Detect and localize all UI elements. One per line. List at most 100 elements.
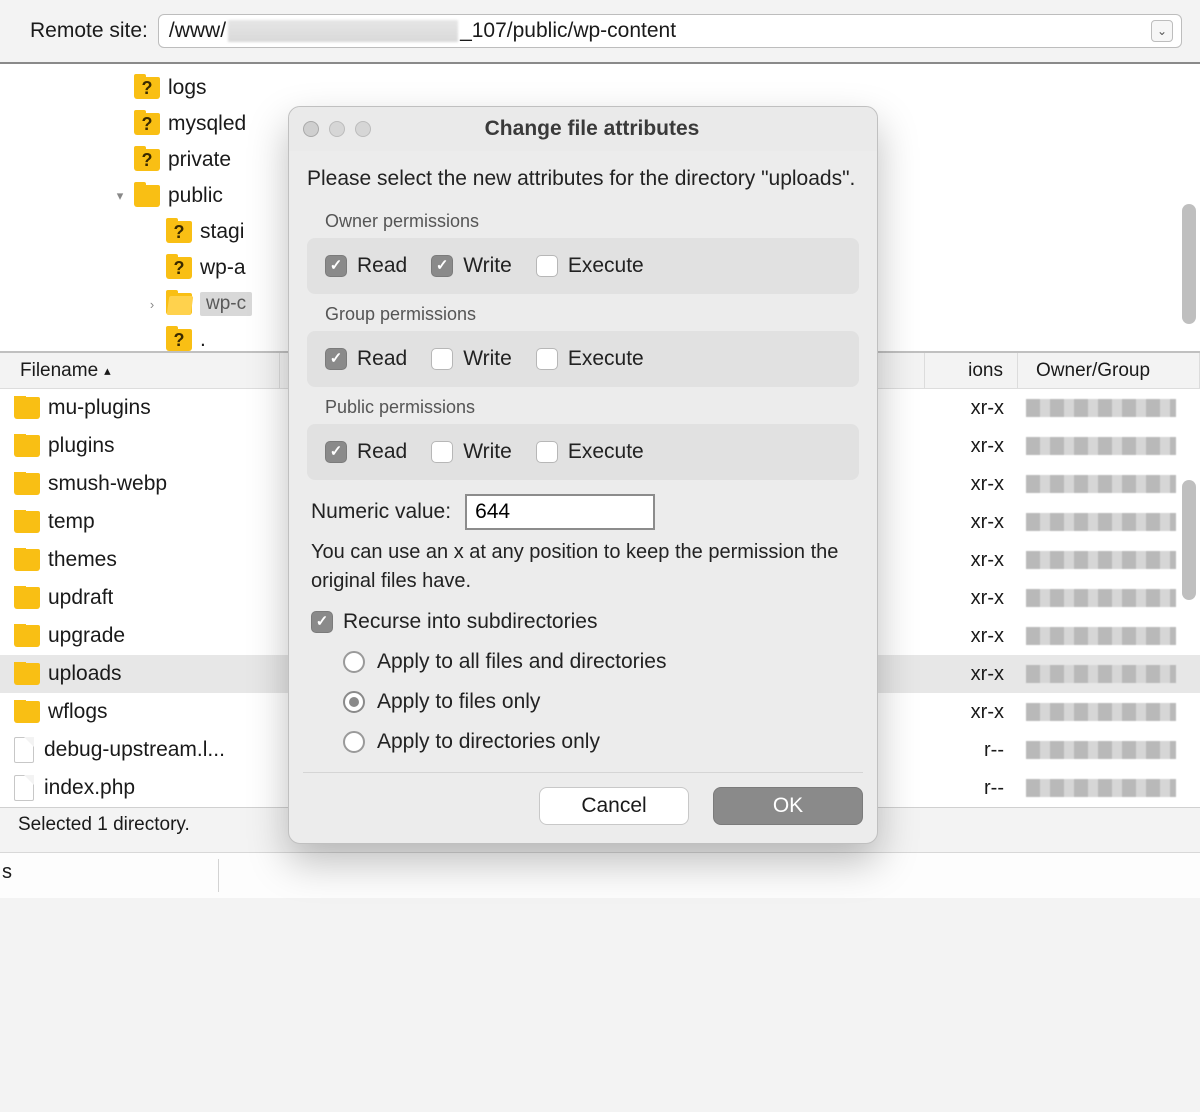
chevron-down-icon: ⌄ [1157, 24, 1167, 38]
checkbox-icon [325, 255, 347, 277]
remote-site-label: Remote site: [30, 19, 148, 43]
radio-label: Apply to all files and directories [377, 650, 666, 674]
public-read-checkbox[interactable]: Read [325, 440, 407, 464]
group-write-checkbox[interactable]: Write [431, 347, 512, 371]
file-list-scrollbar[interactable] [1182, 480, 1196, 600]
apply-dirs-radio[interactable]: Apply to directories only [343, 722, 859, 762]
redacted-owner [1026, 475, 1176, 493]
file-name: smush-webp [48, 472, 167, 496]
folder-icon [14, 663, 40, 685]
redacted-owner [1026, 589, 1176, 607]
file-permissions: xr-x [924, 587, 1018, 610]
checkbox-label: Read [357, 254, 407, 278]
folder-icon [14, 701, 40, 723]
file-owner [1018, 513, 1200, 531]
folder-unknown-icon [134, 77, 160, 99]
tree-item[interactable]: logs [0, 70, 1200, 106]
group-execute-checkbox[interactable]: Execute [536, 347, 644, 371]
folder-unknown-icon [134, 113, 160, 135]
remote-site-bar: Remote site: /www/_107/public/wp-content… [0, 0, 1200, 64]
checkbox-icon [431, 255, 453, 277]
remote-path-input[interactable]: /www/_107/public/wp-content ⌄ [158, 14, 1182, 48]
checkbox-label: Read [357, 440, 407, 464]
apply-files-radio[interactable]: Apply to files only [343, 682, 859, 722]
file-owner [1018, 779, 1200, 797]
file-name: index.php [44, 776, 135, 800]
public-permissions-group: Public permissions Read Write Execute [307, 387, 859, 480]
group-read-checkbox[interactable]: Read [325, 347, 407, 371]
window-close-icon[interactable] [303, 121, 319, 137]
file-owner [1018, 665, 1200, 683]
column-permissions[interactable]: ions [924, 353, 1018, 388]
numeric-value-input[interactable] [465, 494, 655, 530]
numeric-hint: You can use an x at any position to keep… [307, 538, 859, 606]
ok-button[interactable]: OK [713, 787, 863, 825]
file-owner [1018, 399, 1200, 417]
folder-icon [14, 435, 40, 457]
group-label: Owner permissions [307, 201, 859, 238]
checkbox-label: Execute [568, 440, 644, 464]
public-execute-checkbox[interactable]: Execute [536, 440, 644, 464]
owner-execute-checkbox[interactable]: Execute [536, 254, 644, 278]
file-permissions: xr-x [924, 549, 1018, 572]
folder-icon [14, 473, 40, 495]
column-owner-group[interactable]: Owner/Group [1018, 353, 1200, 388]
column-filename[interactable]: Filename ▴ [0, 353, 280, 388]
owner-write-checkbox[interactable]: Write [431, 254, 512, 278]
redacted-owner [1026, 399, 1176, 417]
cancel-button[interactable]: Cancel [539, 787, 689, 825]
redacted-owner [1026, 665, 1176, 683]
group-label: Public permissions [307, 387, 859, 424]
redacted-owner [1026, 551, 1176, 569]
checkbox-label: Write [463, 347, 512, 371]
apply-all-radio[interactable]: Apply to all files and directories [343, 642, 859, 682]
dialog-titlebar[interactable]: Change file attributes [289, 107, 877, 151]
owner-read-checkbox[interactable]: Read [325, 254, 407, 278]
file-permissions: xr-x [924, 625, 1018, 648]
folder-unknown-icon [134, 149, 160, 171]
file-name: wflogs [48, 700, 108, 724]
folder-unknown-icon [166, 329, 192, 351]
tree-scrollbar[interactable] [1182, 204, 1196, 324]
dialog-instruction: Please select the new attributes for the… [307, 163, 859, 195]
public-write-checkbox[interactable]: Write [431, 440, 512, 464]
file-permissions: xr-x [924, 663, 1018, 686]
redacted-owner [1026, 627, 1176, 645]
owner-permissions-group: Owner permissions Read Write Execute [307, 201, 859, 294]
file-name: debug-upstream.l... [44, 738, 225, 762]
radio-icon [343, 731, 365, 753]
file-owner [1018, 437, 1200, 455]
file-permissions: xr-x [924, 473, 1018, 496]
file-name: upgrade [48, 624, 125, 648]
recurse-checkbox[interactable] [311, 611, 333, 633]
numeric-value-label: Numeric value: [311, 500, 451, 524]
file-name: updraft [48, 586, 113, 610]
redacted-owner [1026, 437, 1176, 455]
expand-toggle-icon[interactable]: › [142, 297, 162, 312]
recurse-label: Recurse into subdirectories [343, 610, 597, 634]
bottom-panel: s [0, 852, 1200, 898]
file-owner [1018, 703, 1200, 721]
file-icon [14, 775, 34, 801]
redacted-owner [1026, 779, 1176, 797]
file-permissions: xr-x [924, 511, 1018, 534]
expand-toggle-icon[interactable]: ▾ [110, 188, 130, 204]
checkbox-label: Execute [568, 254, 644, 278]
folder-icon [14, 625, 40, 647]
file-permissions: xr-x [924, 397, 1018, 420]
file-name: themes [48, 548, 117, 572]
path-dropdown-button[interactable]: ⌄ [1151, 20, 1173, 42]
file-owner [1018, 741, 1200, 759]
folder-icon [14, 587, 40, 609]
file-name: temp [48, 510, 95, 534]
folder-icon [134, 185, 160, 207]
dialog-title: Change file attributes [321, 117, 863, 141]
radio-icon [343, 691, 365, 713]
folder-icon [14, 511, 40, 533]
folder-open-icon [166, 293, 192, 315]
checkbox-icon [536, 441, 558, 463]
file-permissions: xr-x [924, 435, 1018, 458]
redacted-owner [1026, 741, 1176, 759]
redacted-segment [228, 20, 458, 42]
remote-path-text: /www/_107/public/wp-content [169, 19, 1151, 43]
